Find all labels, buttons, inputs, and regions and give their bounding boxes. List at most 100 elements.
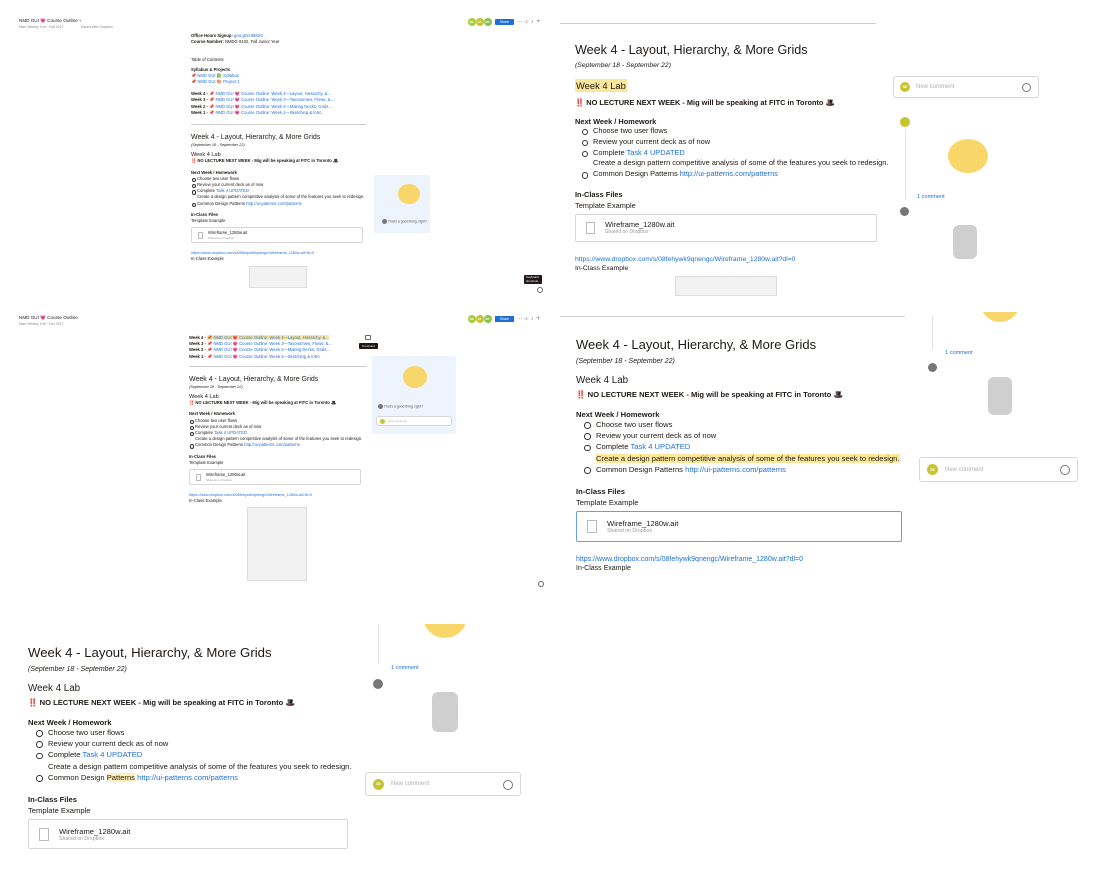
task-link[interactable]: Task 4 UPDATED bbox=[214, 430, 247, 435]
file-name: Wireframe_1280w.ait bbox=[605, 220, 675, 230]
task-link[interactable]: Task 4 UPDATED bbox=[216, 188, 249, 193]
selected-text[interactable]: Patterns bbox=[106, 772, 135, 782]
dropbox-link[interactable]: https://www.dropbox.com/s/08fehywk9qneng… bbox=[576, 556, 921, 563]
comment-input[interactable]: New comment bbox=[391, 781, 429, 787]
list-item: Common Design Patterns http://ui-pattern… bbox=[191, 201, 366, 208]
file-card[interactable]: Wireframe_1280w.ait Shared on Dropbox bbox=[189, 469, 361, 486]
task-link[interactable]: Task 4 UPDATED bbox=[630, 442, 690, 451]
comment-input[interactable]: New comment bbox=[916, 84, 954, 90]
comment-tooltip: Comment bbox=[359, 343, 379, 349]
document-body: Week 4 - Layout, Hierarchy, & More Grids… bbox=[575, 42, 895, 296]
comment-text: That's a good thing, right? bbox=[383, 404, 423, 409]
dropbox-link[interactable]: https://www.dropbox.com/s/08fehywk9qneng… bbox=[575, 256, 895, 263]
screenshot-d: Week 4 - Layout, Hierarchy, & More Grids… bbox=[560, 312, 1093, 602]
week-link[interactable]: 📌 NMD GUI 💗 Course Outline: Week 1—Sketc… bbox=[207, 354, 320, 359]
toc-link[interactable]: 📌 NMD GUI 🎨 Project 1 bbox=[191, 79, 366, 85]
top-hat-icon: 🎩 bbox=[825, 98, 835, 107]
bell-icon[interactable]: ♪ bbox=[531, 19, 534, 25]
share-button[interactable]: Share bbox=[494, 316, 515, 322]
avatar: SE bbox=[927, 464, 938, 475]
avatar[interactable]: JA bbox=[475, 18, 484, 26]
doc-title[interactable]: NMD GUI 💗 Course Outline bbox=[19, 18, 78, 23]
comment-input-box[interactable]: SE New comment bbox=[893, 76, 1039, 98]
inclass-thumbnail[interactable] bbox=[249, 265, 307, 288]
emoji-icon[interactable] bbox=[1022, 83, 1031, 92]
list-item: Create a design pattern competitive anal… bbox=[593, 158, 889, 168]
avatar bbox=[382, 219, 387, 224]
file-card[interactable]: Wireframe_1280w.ait Shared on Dropbox bbox=[28, 819, 348, 850]
avatar: SE bbox=[900, 82, 910, 92]
search-icon[interactable]: ⌕ bbox=[525, 19, 528, 25]
inclass-thumbnail[interactable] bbox=[247, 507, 307, 582]
comment-count-link[interactable]: 1 comment bbox=[945, 350, 973, 356]
more-icon[interactable]: ··· bbox=[517, 316, 522, 322]
task-link[interactable]: Task 4 UPDATED bbox=[627, 148, 685, 157]
avatar bbox=[900, 207, 909, 216]
comment-count-link[interactable]: 1 comment bbox=[917, 194, 945, 200]
patterns-link[interactable]: http://ui-patterns.com/patterns bbox=[685, 465, 786, 474]
share-button[interactable]: Share bbox=[494, 19, 515, 25]
list-item: Common Design Patterns http://ui-pattern… bbox=[575, 169, 895, 180]
week-link[interactable]: 📌 NMD GUI 💗 Course Outline: Week 1—Sketc… bbox=[209, 110, 322, 115]
list-item: Choose two user flows bbox=[575, 126, 895, 137]
week4-title: Week 4 - Layout, Hierarchy, & More Grids bbox=[189, 375, 319, 383]
lab-heading: Week 4 Lab bbox=[575, 79, 627, 92]
avatar[interactable]: SE bbox=[467, 315, 476, 323]
more-icon[interactable]: ··· bbox=[517, 19, 522, 25]
office-hours-link[interactable]: goo.gl/xH8kWG bbox=[234, 33, 263, 38]
document-body: Week 4 - Layout, Hierarchy, & More Grids… bbox=[28, 644, 373, 850]
search-icon[interactable]: ⌕ bbox=[525, 316, 528, 322]
patterns-link[interactable]: http://ui-patterns.com/patterns bbox=[680, 169, 778, 178]
chevron-down-icon[interactable]: ▾ bbox=[79, 18, 81, 23]
comment-input[interactable]: New comment bbox=[388, 419, 407, 423]
screenshot-e: Week 4 - Layout, Hierarchy, & More Grids… bbox=[14, 624, 534, 858]
avatar[interactable]: SE bbox=[467, 18, 476, 26]
file-card[interactable]: Wireframe_1280w.ait Shared on Dropbox bbox=[575, 213, 877, 242]
list-item: Common Design Patterns http://ui-pattern… bbox=[28, 772, 373, 783]
comment-input-box[interactable]: SE New comment bbox=[365, 772, 521, 796]
file-icon bbox=[39, 827, 49, 841]
list-item: Common Design Patterns http://ui-pattern… bbox=[576, 464, 921, 475]
help-icon[interactable] bbox=[538, 581, 544, 587]
office-hours-label: Office Hours Signup: bbox=[191, 33, 233, 38]
week-link[interactable]: 📌 NMD GUI 💗 Course Outline: Week 2—Makin… bbox=[207, 347, 330, 352]
selected-text[interactable]: Create a design pattern competitive anal… bbox=[596, 453, 900, 463]
inclass-thumbnail[interactable] bbox=[675, 275, 777, 296]
avatar[interactable]: MT bbox=[483, 18, 492, 26]
breadcrumb[interactable]: Nwo Weekly Grit · Fall 2017 bbox=[19, 25, 64, 29]
avatar bbox=[380, 418, 385, 424]
no-lecture-notice: NO LECTURE NEXT WEEK - Mig will be speak… bbox=[39, 698, 284, 707]
wizard-sticker-icon bbox=[432, 692, 458, 732]
comment-bubble-icon[interactable] bbox=[365, 335, 371, 340]
file-card[interactable]: Wireframe_1280w.ait Shared on Dropbox bbox=[191, 227, 363, 244]
week-link[interactable]: 📌 NMD GUI 💗 Course Outline: Week 4—Layou… bbox=[209, 91, 331, 96]
task-link[interactable]: Task 4 UPDATED bbox=[82, 750, 142, 759]
top-hat-icon: 🎩 bbox=[330, 400, 337, 406]
comment-input-box[interactable]: SE New comment bbox=[919, 457, 1078, 482]
plus-icon[interactable]: + bbox=[536, 316, 540, 322]
patterns-link[interactable]: http://ui-patterns.com/patterns bbox=[137, 773, 238, 782]
no-lecture-notice: NO LECTURE NEXT WEEK - Mig will be speak… bbox=[197, 158, 332, 164]
avatar[interactable]: MT bbox=[483, 315, 492, 323]
avatar[interactable]: JA bbox=[475, 315, 484, 323]
comment-input[interactable]: New comment bbox=[945, 467, 983, 473]
file-subtitle: Shared on Dropbox bbox=[605, 229, 649, 236]
file-card[interactable]: Wireframe_1280w.ait Shared on Dropbox bbox=[576, 511, 902, 543]
comment-input-box[interactable]: New comment bbox=[376, 416, 452, 426]
patterns-link[interactable]: http://ui-patterns.com/patterns bbox=[244, 442, 300, 447]
doc-title[interactable]: NMD GUI 💗 Course Outline bbox=[19, 315, 78, 320]
help-icon[interactable] bbox=[537, 287, 543, 293]
bell-icon[interactable]: ♪ bbox=[531, 316, 534, 322]
week-link[interactable]: 📌 NMD GUI 💗 Course Outline: Week 4—Layou… bbox=[207, 335, 329, 340]
plus-icon[interactable]: + bbox=[536, 19, 540, 25]
emoji-icon[interactable] bbox=[503, 780, 513, 790]
patterns-link[interactable]: http://ui-patterns.com/patterns bbox=[246, 201, 302, 206]
week-link[interactable]: 📌 NMD GUI 💗 Course Outline: Week 3—Taxon… bbox=[207, 341, 332, 346]
week-link[interactable]: 📌 NMD GUI 💗 Course Outline: Week 3—Taxon… bbox=[209, 97, 334, 102]
emoji-icon[interactable] bbox=[1060, 465, 1070, 475]
week-link[interactable]: 📌 NMD GUI 💗 Course Outline: Week 2—Makin… bbox=[209, 104, 332, 109]
exclamation-icon: ‼️ bbox=[189, 400, 195, 406]
comment-count-link[interactable]: 1 comment bbox=[391, 665, 419, 671]
breadcrumb[interactable]: Nwo Weekly Grit · Fall 2017 bbox=[19, 322, 64, 326]
homework-list: Choose two user flows Review your curren… bbox=[28, 727, 373, 783]
